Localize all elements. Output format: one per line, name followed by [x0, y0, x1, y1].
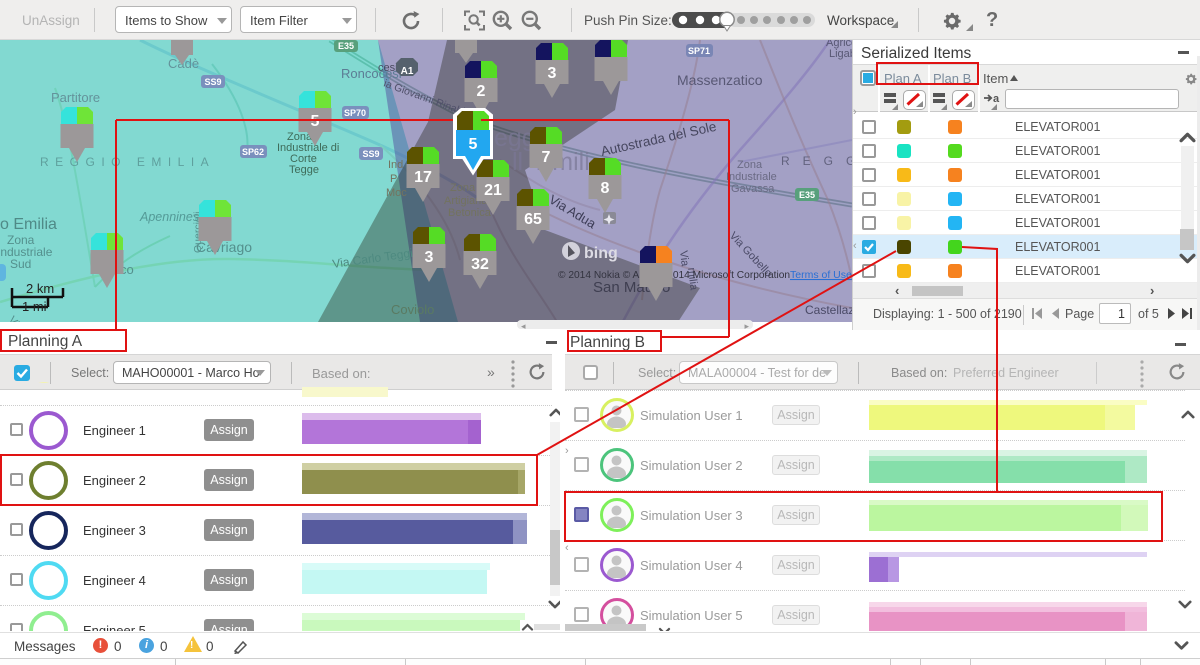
- svg-text:SP62: SP62: [242, 147, 264, 157]
- svg-text:o Emilia: o Emilia: [0, 216, 57, 233]
- svg-text:2 km: 2 km: [26, 281, 54, 296]
- svg-text:Partitore: Partitore: [51, 90, 100, 105]
- svg-text:REGG: REGG: [781, 154, 852, 168]
- svg-text:8: 8: [601, 180, 610, 197]
- svg-text:7: 7: [542, 149, 551, 166]
- svg-text:cesi: cesi: [378, 62, 398, 74]
- svg-text:© 2014 Nokia © AND © 2014 Micr: © 2014 Nokia © AND © 2014 Microsoft Corp…: [558, 270, 790, 281]
- svg-text:Via: Via: [677, 250, 691, 268]
- svg-text:2: 2: [477, 83, 486, 100]
- svg-text:3: 3: [548, 65, 557, 82]
- svg-text:Industriale: Industriale: [726, 171, 777, 183]
- svg-text:21: 21: [484, 182, 502, 199]
- svg-text:Cavriago: Cavriago: [196, 239, 252, 255]
- svg-text:Zona: Zona: [737, 159, 763, 171]
- svg-text:Gavassa: Gavassa: [731, 183, 775, 195]
- svg-text:Moc: Moc: [386, 187, 407, 199]
- svg-text:Castellaz: Castellaz: [805, 303, 852, 317]
- svg-text:Terms of Use: Terms of Use: [790, 269, 852, 281]
- svg-text:E35: E35: [799, 190, 815, 200]
- svg-text:P: P: [390, 173, 397, 185]
- svg-text:Massenzatico: Massenzatico: [677, 72, 763, 88]
- svg-text:3: 3: [425, 249, 434, 266]
- svg-text:REGGIO EMILIA: REGGIO EMILIA: [40, 155, 215, 169]
- svg-text:Ligab: Ligab: [829, 48, 852, 60]
- svg-text:SS9: SS9: [362, 149, 379, 159]
- svg-text:Sud: Sud: [10, 257, 31, 271]
- svg-text:SP70: SP70: [344, 108, 366, 118]
- svg-text:17: 17: [414, 169, 432, 186]
- svg-text:32: 32: [471, 256, 489, 273]
- svg-text:Betonica: Betonica: [448, 207, 492, 219]
- svg-text:E35: E35: [338, 41, 354, 51]
- svg-text:Ind: Ind: [388, 159, 403, 171]
- svg-text:5: 5: [311, 113, 320, 130]
- svg-text:65: 65: [524, 211, 542, 228]
- svg-text:Zona: Zona: [450, 182, 476, 194]
- svg-text:Tegge: Tegge: [289, 164, 319, 176]
- svg-text:A1: A1: [401, 66, 414, 77]
- svg-text:Apennines: Apennines: [139, 210, 199, 224]
- svg-text:Coviolo: Coviolo: [391, 302, 434, 317]
- svg-text:SS9: SS9: [204, 77, 221, 87]
- svg-text:bing: bing: [584, 245, 618, 262]
- svg-text:1 mi: 1 mi: [22, 299, 47, 314]
- svg-text:SP71: SP71: [688, 46, 710, 56]
- svg-text:5: 5: [469, 136, 478, 153]
